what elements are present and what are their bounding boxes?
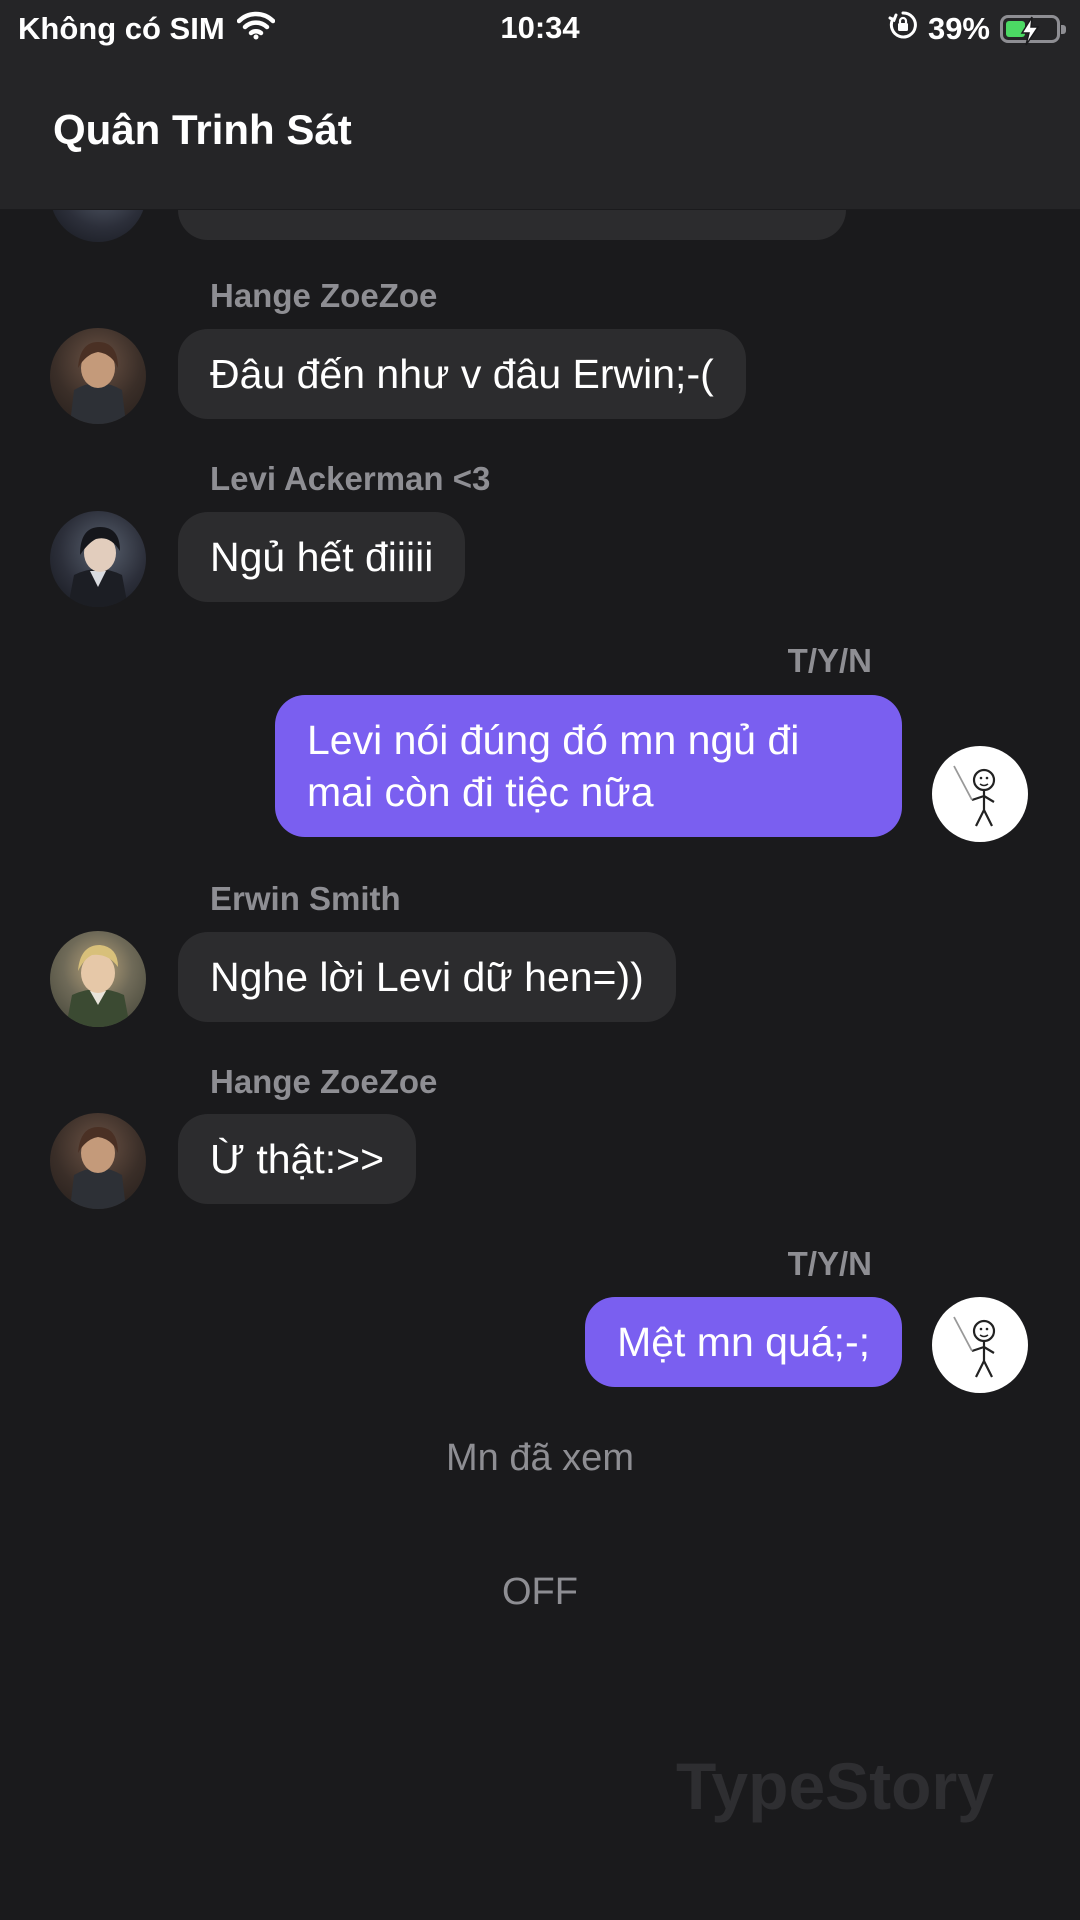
watermark-logo: TypeStory (676, 1749, 994, 1823)
message-bubble[interactable]: Đâu đến như v đâu Erwin;-( (178, 329, 746, 419)
avatar-hange[interactable] (50, 328, 146, 424)
avatar-levi[interactable] (50, 511, 146, 607)
avatar-me[interactable] (932, 746, 1028, 842)
message-line: mai còn đi tiệc nữa (307, 769, 654, 815)
chat-title[interactable]: Quân Trinh Sát (53, 106, 352, 154)
sender-name: Erwin Smith (210, 880, 401, 917)
status-bar: Không có SIM 10:34 39% (0, 0, 1080, 54)
chat-screen: Không có SIM 10:34 39% Quân Trinh Sát Ha… (0, 0, 1080, 1920)
avatar-hange[interactable] (50, 1113, 146, 1209)
battery-icon (1000, 15, 1066, 46)
message-bubble-outgoing[interactable]: Levi nói đúng đó mn ngủ đi mai còn đi ti… (275, 695, 902, 837)
message-bubble[interactable]: Ngủ hết điiiii (178, 512, 466, 602)
sender-name: Levi Ackerman <3 (210, 460, 491, 497)
chat-header: Quân Trinh Sát (0, 54, 1080, 210)
message-bubble-outgoing[interactable]: Mệt mn quá;-; (585, 1297, 902, 1387)
rotation-lock-icon (888, 10, 918, 48)
sender-name: T/Y/N (787, 1245, 872, 1282)
message-line: Levi nói đúng đó mn ngủ đi (307, 717, 800, 763)
avatar-erwin[interactable] (50, 931, 146, 1027)
seen-status: Mn đã xem (446, 1437, 634, 1479)
message-bubble[interactable]: Nghe lời Levi dữ hen=)) (178, 932, 676, 1022)
avatar-me[interactable] (932, 1297, 1028, 1393)
battery-percent: 39% (927, 11, 990, 46)
sender-name: Hange ZoeZoe (210, 277, 438, 314)
message-bubble[interactable]: Ừ thật:>> (178, 1114, 417, 1204)
status-right: 39% (888, 10, 1066, 48)
end-status: OFF (502, 1571, 578, 1613)
battery-nub (1061, 25, 1066, 34)
charging-bolt-icon (1020, 16, 1040, 46)
sender-name: T/Y/N (787, 642, 872, 679)
sender-name: Hange ZoeZoe (210, 1063, 438, 1100)
